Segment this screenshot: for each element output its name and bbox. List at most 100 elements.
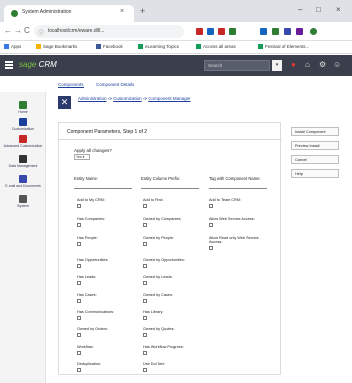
checkbox[interactable] [143, 223, 147, 227]
search-input[interactable]: Search [204, 60, 270, 71]
bookmark-sage[interactable]: Sage Bookmarks [36, 44, 77, 49]
nav-advanced-customization[interactable]: Advanced Customization [0, 135, 46, 148]
checkbox-label: Has Communications: [77, 310, 115, 314]
checkbox[interactable] [77, 204, 81, 208]
checkbox[interactable] [143, 351, 147, 355]
checkbox-label: Owned by Quotes: [143, 327, 175, 331]
tab-components[interactable]: Components [58, 82, 84, 88]
checkbox[interactable] [143, 281, 147, 285]
extension-blue-icon[interactable] [260, 28, 267, 35]
address-bar: ← → C ⓘ localhost/crm/eware.dll/... [0, 22, 352, 41]
checkbox[interactable] [77, 368, 81, 372]
checkbox[interactable] [77, 299, 81, 303]
checkbox[interactable] [77, 333, 81, 337]
install-component-button[interactable]: Install Component [291, 127, 339, 136]
back-icon[interactable]: ← [4, 26, 12, 35]
sage-crm-logo[interactable]: sage CRM [19, 60, 57, 69]
checkbox-label: Owned by Orders: [77, 327, 108, 331]
extension-red-icon[interactable] [196, 28, 203, 35]
site-info-icon[interactable]: ⓘ [38, 28, 44, 37]
extension-purple-icon[interactable] [296, 28, 303, 35]
cancel-button[interactable]: Cancel [291, 155, 339, 164]
breadcrumb: Administration -> Customization -> Compo… [78, 96, 191, 101]
user-icon[interactable]: ☺ [333, 60, 341, 69]
checkbox-label: Has Companies: [77, 217, 106, 221]
advanced-customization-icon [19, 135, 27, 143]
menu-icon[interactable] [5, 61, 13, 69]
crm-header: sage CRM Search ▾ ● ⌂ ⚙ ☺ [0, 55, 352, 76]
extension-green-icon[interactable] [272, 28, 279, 35]
extension-green-icon[interactable] [229, 28, 236, 35]
reload-icon[interactable]: C [24, 26, 30, 35]
nav-system[interactable]: System [0, 195, 46, 208]
checkbox[interactable] [209, 204, 213, 208]
checkbox-label: Has Leads: [77, 275, 97, 279]
checkbox-label: Add to My CRM: [77, 198, 105, 202]
url-text: localhost/crm/eware.dll/... [48, 28, 105, 34]
checkbox[interactable] [77, 351, 81, 355]
browser-tab[interactable]: System Administration × [4, 5, 134, 22]
checkbox-label: Deduplication: [77, 362, 102, 366]
extension-blue-icon[interactable] [207, 28, 214, 35]
checkbox[interactable] [77, 242, 81, 246]
close-window-icon[interactable]: × [336, 5, 341, 14]
bookmark-elearning[interactable]: eLearning Topics [138, 44, 179, 49]
checkbox[interactable] [143, 242, 147, 246]
url-input[interactable]: ⓘ localhost/crm/eware.dll/... [34, 25, 184, 38]
notification-icon[interactable]: ● [291, 60, 296, 69]
nav-home[interactable]: Home [0, 101, 46, 114]
extension-red-icon[interactable] [218, 28, 225, 35]
tab-title: System Administration [22, 9, 72, 15]
checkbox[interactable] [209, 246, 213, 250]
facebook-icon [96, 44, 101, 49]
new-tab-button[interactable]: + [140, 6, 145, 16]
entity-column-prefix-input[interactable] [141, 183, 199, 189]
checkbox[interactable] [143, 299, 147, 303]
tab-component-details[interactable]: Component Details [96, 82, 134, 87]
email-icon [19, 175, 27, 183]
tag-component-name-input[interactable] [209, 183, 267, 189]
apply-changes-select[interactable]: Yes ▾ [74, 154, 90, 160]
checkbox[interactable] [143, 264, 147, 268]
checkbox[interactable] [143, 204, 147, 208]
checkbox[interactable] [143, 333, 147, 337]
extension-blue-icon[interactable] [284, 28, 291, 35]
left-nav: Home Customization Advanced Customizatio… [0, 92, 46, 383]
nav-customization[interactable]: Customization [0, 118, 46, 131]
bookmark-apps[interactable]: Apps [4, 44, 21, 49]
home-icon[interactable]: ⌂ [305, 60, 310, 69]
bookmark-facebook[interactable]: Facebook [96, 44, 123, 49]
checkbox[interactable] [77, 223, 81, 227]
bookmark-access[interactable]: Access all areas [196, 44, 236, 49]
help-button[interactable]: Help [291, 169, 339, 178]
checkbox-label: Has Cases: [77, 293, 97, 297]
system-icon [19, 195, 27, 203]
profile-avatar-icon[interactable] [310, 28, 317, 35]
component-manager-icon: ✕ [58, 96, 71, 109]
bookmark-festival[interactable]: Festival of Elements... [258, 44, 309, 49]
breadcrumb-administration[interactable]: Administration [78, 96, 107, 101]
settings-icon[interactable]: ⚙ [319, 60, 326, 69]
checkbox[interactable] [209, 223, 213, 227]
forward-icon[interactable]: → [14, 26, 22, 35]
entity-name-label: Entity Name: [74, 176, 98, 181]
entity-name-input[interactable] [74, 183, 132, 189]
search-dropdown-button[interactable]: ▾ [272, 60, 282, 71]
checkbox[interactable] [77, 264, 81, 268]
bookmark-icon [258, 44, 263, 49]
nav-email-documents[interactable]: E-mail and Documents [0, 175, 46, 188]
minimize-icon[interactable]: – [298, 5, 302, 14]
maximize-icon[interactable]: □ [316, 5, 321, 14]
preview-install-button[interactable]: Preview Install [291, 141, 339, 150]
tab-close-icon[interactable]: × [120, 8, 124, 15]
checkbox[interactable] [143, 316, 147, 320]
apps-icon [4, 44, 9, 49]
checkbox[interactable] [143, 368, 147, 372]
nav-data-management[interactable]: Data Management [0, 155, 46, 168]
checkbox-label: Add to Find: [143, 198, 164, 202]
breadcrumb-component-manager[interactable]: Component Manager [148, 96, 190, 101]
checkbox[interactable] [77, 316, 81, 320]
checkbox-label: Allow Read only Web Service Access: [209, 236, 259, 244]
breadcrumb-customization[interactable]: Customization [113, 96, 142, 101]
checkbox[interactable] [77, 281, 81, 285]
